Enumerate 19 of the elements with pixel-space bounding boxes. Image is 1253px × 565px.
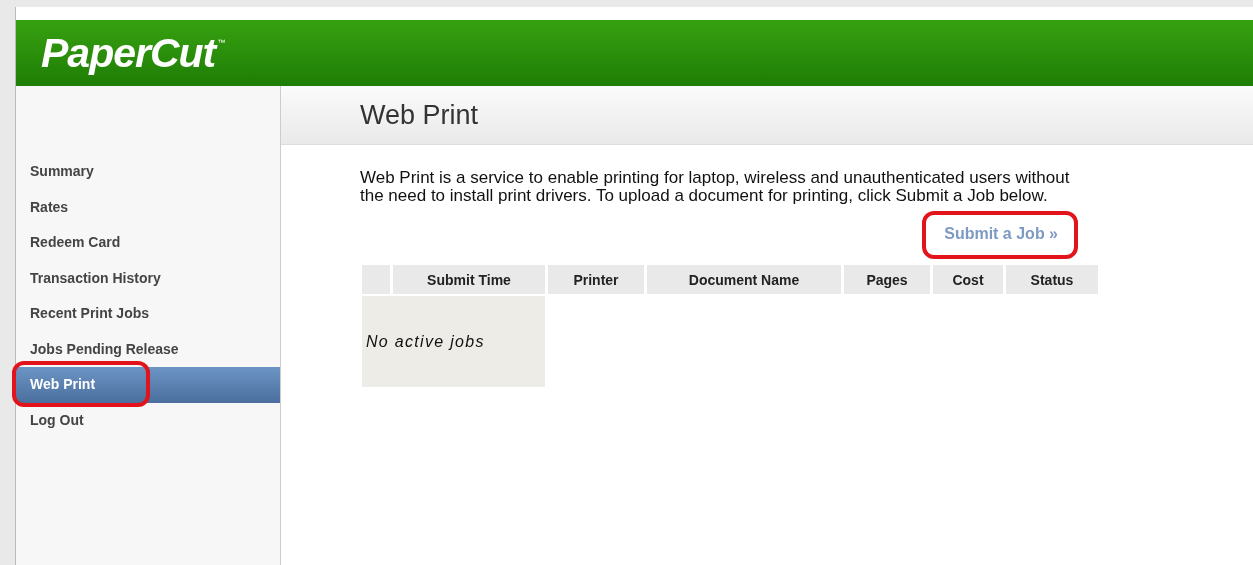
- column-header: Document Name: [647, 265, 841, 294]
- empty-message: No active jobs: [362, 296, 545, 387]
- nav-item[interactable]: Rates: [16, 189, 280, 225]
- nav-item[interactable]: Jobs Pending Release: [16, 331, 280, 367]
- page-title: Web Print: [360, 99, 479, 131]
- column-header: Printer: [548, 265, 644, 294]
- column-header: Status: [1006, 265, 1098, 294]
- nav-item[interactable]: Recent Print Jobs: [16, 296, 280, 332]
- column-header: Cost: [933, 265, 1003, 294]
- nav-item[interactable]: Log Out: [16, 402, 280, 438]
- column-header: Pages: [844, 265, 930, 294]
- nav-item[interactable]: Web Print: [16, 367, 280, 403]
- column-header: Submit Time: [393, 265, 545, 294]
- intro-text: Web Print is a service to enable printing for laptop, wireless and unauthenticated users without the need to install print drivers. To upload a document for printing, click Submit a Job below.: [360, 169, 1071, 205]
- nav-item[interactable]: Redeem Card: [16, 225, 280, 261]
- nav-item[interactable]: Transaction History: [16, 260, 280, 296]
- nav-item[interactable]: Summary: [16, 154, 280, 190]
- logo: PaperCut: [41, 29, 216, 77]
- trademark-mark: ™: [217, 38, 226, 47]
